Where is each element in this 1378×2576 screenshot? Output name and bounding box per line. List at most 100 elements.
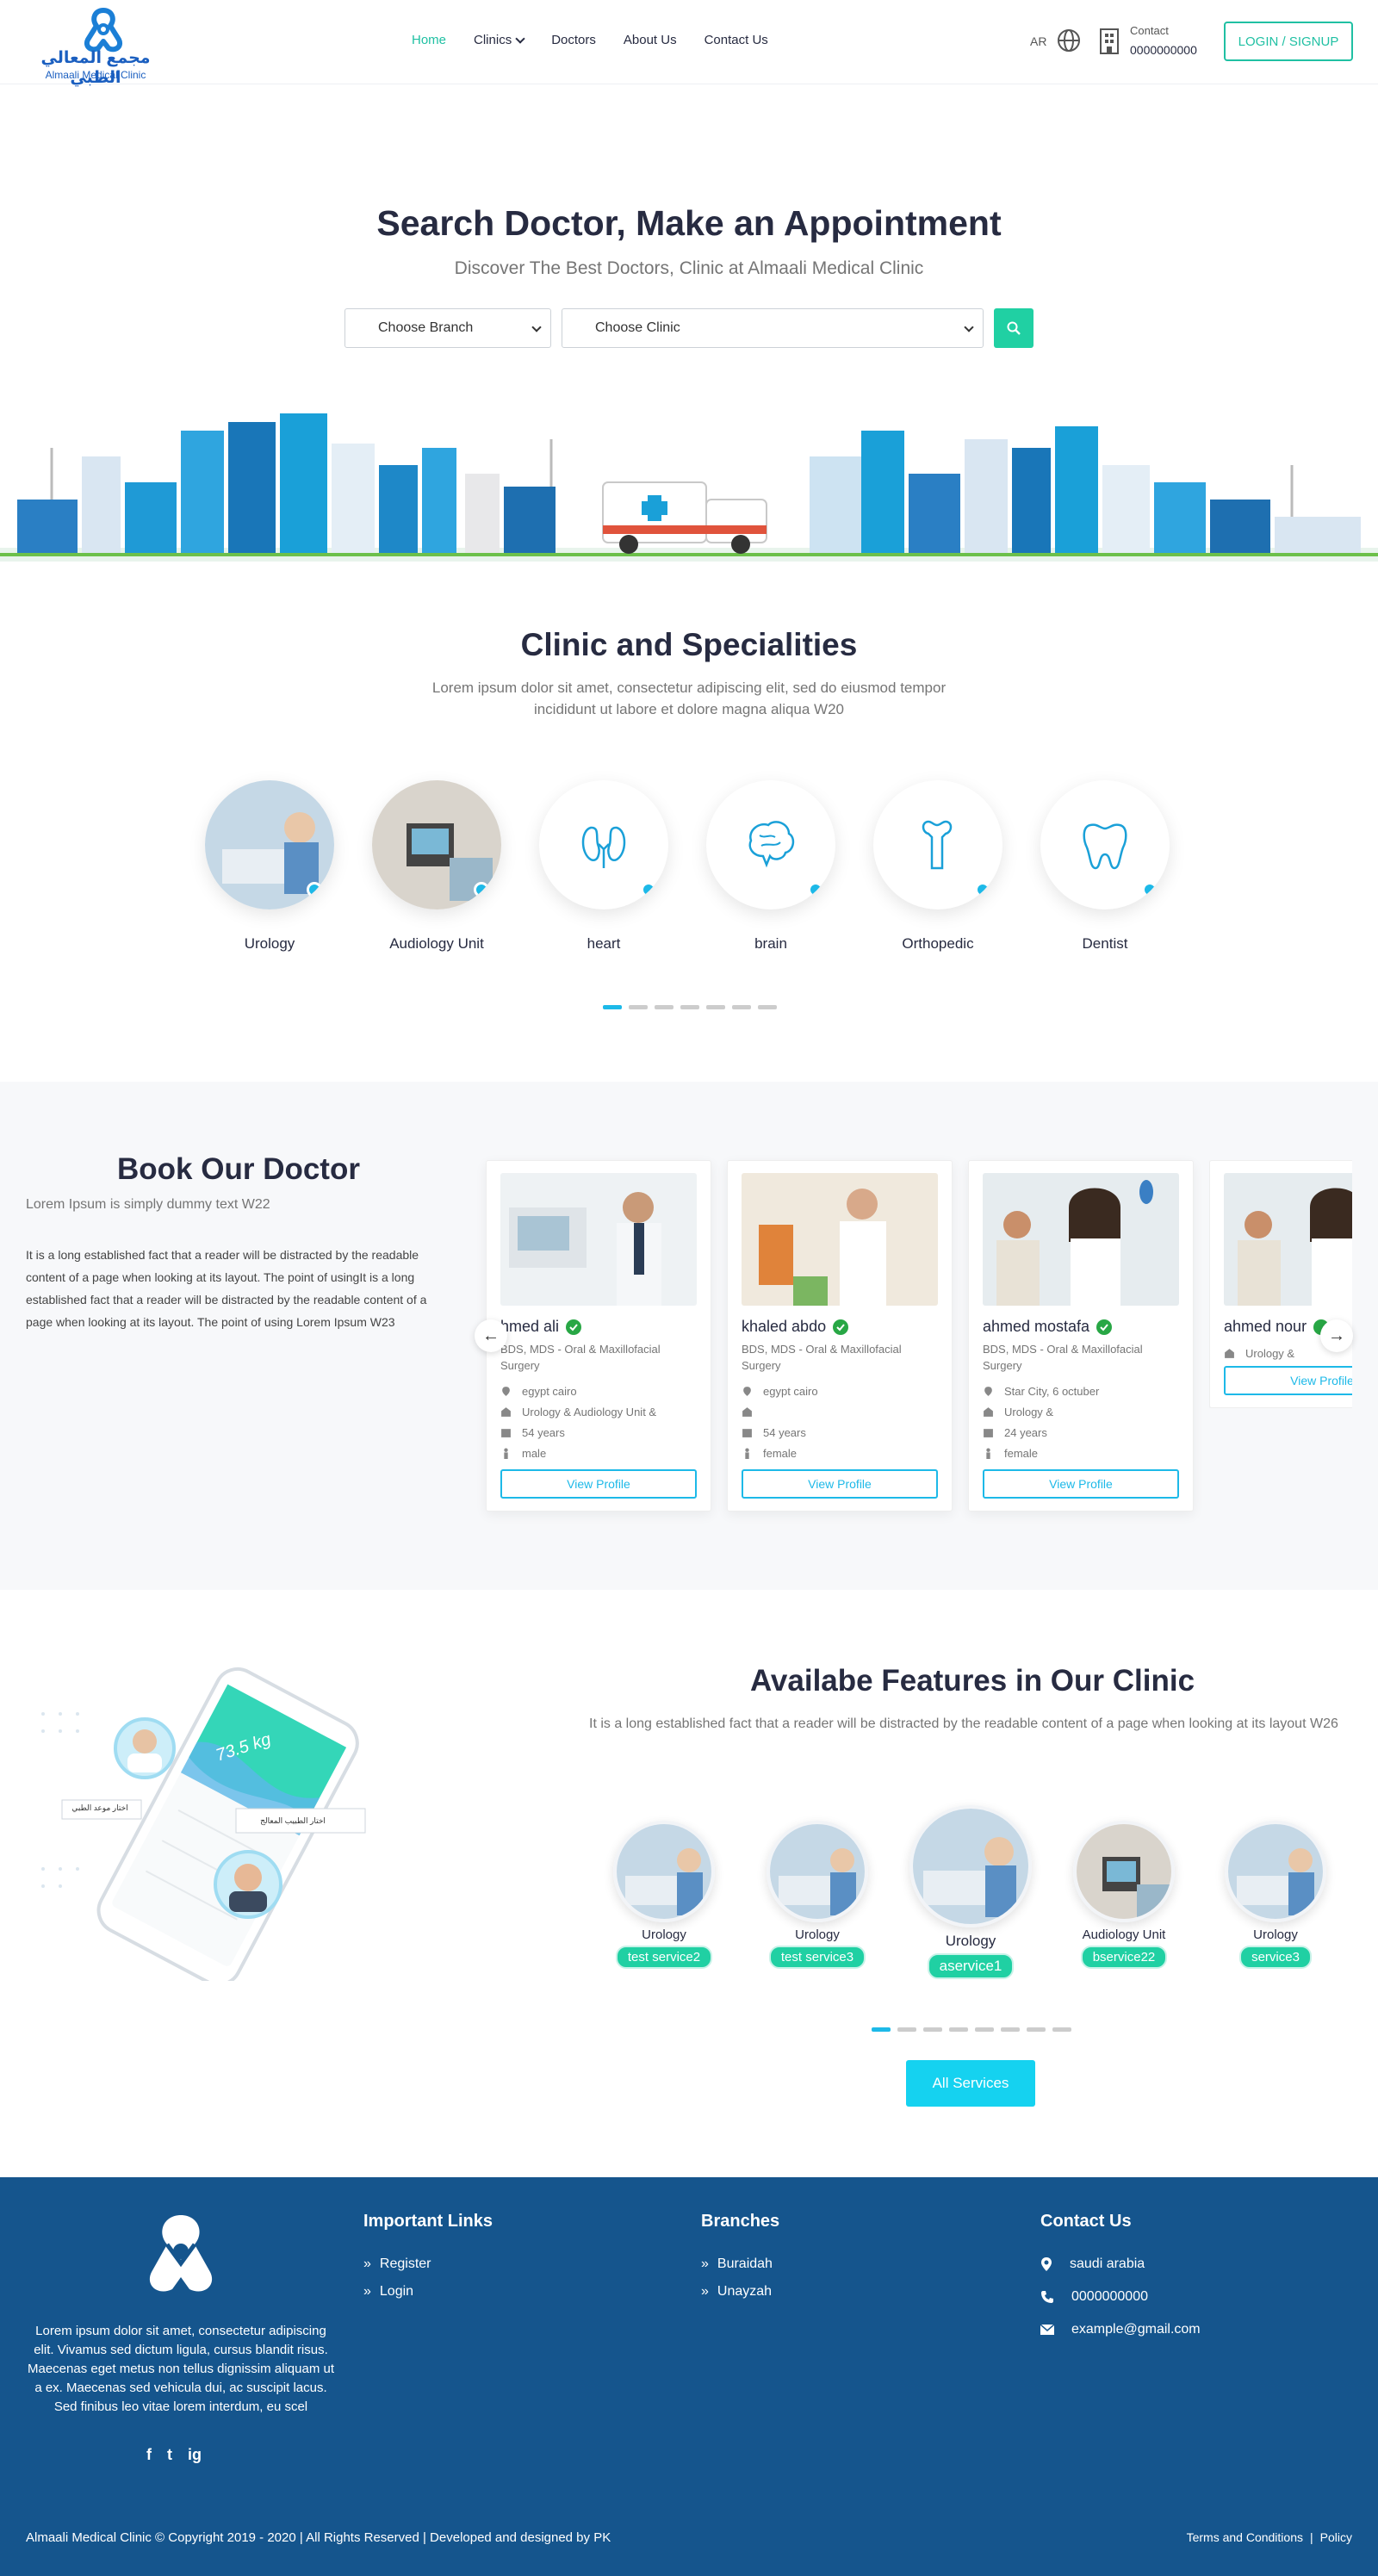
service-badge[interactable]: aservice1 bbox=[927, 1953, 1015, 1979]
terms-link[interactable]: Terms and Conditions bbox=[1187, 2530, 1303, 2544]
twitter-icon[interactable]: t bbox=[167, 2446, 172, 2464]
features-title: Availabe Features in Our Clinic bbox=[749, 1664, 1195, 1698]
all-services-button[interactable]: All Services bbox=[906, 2060, 1035, 2107]
status-dot bbox=[975, 882, 990, 897]
doctor-card[interactable]: khaled abdo BDS, MDS - Oral & Maxillofac… bbox=[727, 1160, 953, 1511]
view-profile-button[interactable]: View Profile bbox=[983, 1469, 1179, 1499]
nav-about[interactable]: About Us bbox=[624, 33, 677, 47]
speciality-brain[interactable]: brain bbox=[706, 780, 835, 953]
doctor-gender: female bbox=[1004, 1446, 1039, 1460]
service-badge[interactable]: test service2 bbox=[615, 1946, 713, 1969]
speciality-dentist[interactable]: Dentist bbox=[1040, 780, 1170, 953]
doctor-clinic: Urology & Audiology Unit & bbox=[522, 1405, 657, 1418]
brain-icon bbox=[748, 821, 795, 868]
status-dot bbox=[641, 882, 656, 897]
footer-address: saudi arabia bbox=[1040, 2256, 1145, 2272]
footer-logo-icon bbox=[149, 2215, 213, 2292]
footer-phone[interactable]: 0000000000 bbox=[1040, 2289, 1148, 2305]
double-chevron-right-icon: » bbox=[363, 2284, 371, 2299]
location-icon bbox=[743, 1386, 751, 1396]
view-profile-button[interactable]: View Profile bbox=[742, 1469, 938, 1499]
clinic-icon bbox=[984, 1406, 993, 1417]
footer-email[interactable]: example@gmail.com bbox=[1040, 2322, 1201, 2337]
person-icon bbox=[504, 1448, 508, 1459]
instagram-icon[interactable]: ig bbox=[188, 2446, 202, 2464]
brand-name-en: Almaali Medical Clinic bbox=[45, 69, 146, 81]
phone-icon bbox=[1041, 2291, 1053, 2303]
doctor-name[interactable]: khaled abdo bbox=[742, 1318, 826, 1336]
globe-icon[interactable] bbox=[1056, 28, 1082, 53]
branch-select[interactable]: Choose Branch bbox=[344, 308, 551, 348]
service-badge[interactable]: bservice22 bbox=[1080, 1946, 1168, 1969]
carousel-next-button[interactable]: → bbox=[1320, 1319, 1353, 1352]
nav-home[interactable]: Home bbox=[412, 33, 446, 47]
person-icon bbox=[986, 1448, 990, 1459]
doctor-name[interactable]: hmed ali bbox=[500, 1318, 559, 1336]
doctor-gender: male bbox=[522, 1446, 547, 1460]
nav-doctors[interactable]: Doctors bbox=[551, 33, 596, 47]
doctor-photo bbox=[1224, 1173, 1352, 1306]
double-chevron-right-icon: » bbox=[701, 2256, 709, 2271]
specialities-carousel-dots[interactable] bbox=[603, 1005, 777, 1009]
book-doctor-text: It is a long established fact that a rea… bbox=[26, 1248, 427, 1329]
calendar-icon bbox=[984, 1428, 993, 1437]
doctor-location: egypt cairo bbox=[763, 1384, 818, 1398]
feature-photo bbox=[913, 1809, 1028, 1924]
footer-branches-title: Branches bbox=[701, 2212, 780, 2231]
status-dot bbox=[474, 882, 489, 897]
doctor-card-clip: ahmed nour Urology & View Profile bbox=[1209, 1160, 1352, 1408]
site-footer: Lorem ipsum dolor sit amet, consectetur … bbox=[0, 2177, 1378, 2576]
arrow-left-icon: ← bbox=[482, 1325, 500, 1345]
clinic-icon bbox=[742, 1406, 752, 1417]
doctor-age: 54 years bbox=[763, 1425, 806, 1439]
speciality-heart[interactable]: heart bbox=[539, 780, 668, 953]
language-switch[interactable]: AR bbox=[1030, 34, 1046, 48]
service-badge[interactable]: service3 bbox=[1239, 1946, 1312, 1969]
login-signup-button[interactable]: LOGIN / SIGNUP bbox=[1224, 22, 1353, 61]
feature-item[interactable]: Urology test service2 bbox=[608, 1821, 720, 1969]
feature-item[interactable]: Audiology Unit bservice22 bbox=[1068, 1821, 1180, 1969]
footer-link-login[interactable]: » Login bbox=[363, 2284, 413, 2300]
features-text: It is a long established fact that a rea… bbox=[589, 1716, 1338, 1731]
brand-logo[interactable]: مجمع المعالي الطبي Almaali Medical Clini… bbox=[33, 7, 158, 87]
contact-number[interactable]: 0000000000 bbox=[1130, 43, 1197, 57]
feature-photo bbox=[1077, 1824, 1171, 1919]
doctor-name[interactable]: ahmed mostafa bbox=[983, 1318, 1089, 1336]
footer-branch-unayzah[interactable]: » Unayzah bbox=[701, 2284, 772, 2300]
feature-photo bbox=[1228, 1824, 1323, 1919]
nav-clinics[interactable]: Clinics bbox=[474, 33, 525, 47]
arrow-right-icon: → bbox=[1328, 1325, 1345, 1345]
building-icon bbox=[1100, 28, 1119, 54]
city-skyline-illustration bbox=[0, 413, 1378, 562]
doctor-card[interactable]: hmed ali BDS, MDS - Oral & Maxillofacial… bbox=[486, 1160, 711, 1511]
feature-item[interactable]: Urology test service3 bbox=[761, 1821, 873, 1969]
speciality-orthopedic[interactable]: Orthopedic bbox=[873, 780, 1002, 953]
speciality-audiology[interactable]: Audiology Unit bbox=[372, 780, 501, 953]
speciality-urology[interactable]: Urology bbox=[205, 780, 334, 953]
feature-item-active[interactable]: Urology aservice1 bbox=[906, 1805, 1035, 1979]
search-button[interactable] bbox=[994, 308, 1034, 348]
calendar-icon bbox=[501, 1428, 511, 1437]
doctor-name[interactable]: ahmed nour bbox=[1224, 1318, 1307, 1336]
clinic-select[interactable]: Choose Clinic bbox=[562, 308, 984, 348]
service-badge[interactable]: test service3 bbox=[768, 1946, 866, 1969]
footer-branch-buraidah[interactable]: » Buraidah bbox=[701, 2256, 773, 2272]
doctor-location: egypt cairo bbox=[522, 1384, 577, 1398]
nav-contact[interactable]: Contact Us bbox=[705, 33, 768, 47]
phone-tag-1: اختار موعد الطبي bbox=[71, 1803, 128, 1812]
policy-link[interactable]: Policy bbox=[1320, 2530, 1352, 2544]
footer-link-register[interactable]: » Register bbox=[363, 2256, 431, 2272]
view-profile-button[interactable]: View Profile bbox=[1224, 1366, 1352, 1395]
doctor-degree: BDS, MDS - Oral & Maxillofacial Surgery bbox=[500, 1343, 661, 1372]
footer-legal-links: Terms and Conditions | Policy bbox=[1186, 2530, 1352, 2544]
view-profile-button[interactable]: View Profile bbox=[500, 1469, 697, 1499]
carousel-prev-button[interactable]: ← bbox=[475, 1319, 507, 1352]
contact-label: Contact bbox=[1130, 24, 1169, 37]
facebook-icon[interactable]: f bbox=[146, 2446, 152, 2464]
location-icon bbox=[984, 1386, 992, 1396]
doctor-card[interactable]: ahmed nour Urology & View Profile bbox=[1209, 1160, 1352, 1408]
doctor-card[interactable]: ahmed mostafa BDS, MDS - Oral & Maxillof… bbox=[968, 1160, 1194, 1511]
kidney-icon bbox=[581, 826, 626, 868]
feature-item[interactable]: Urology service3 bbox=[1220, 1821, 1331, 1969]
features-carousel-dots[interactable] bbox=[872, 2027, 1071, 2032]
